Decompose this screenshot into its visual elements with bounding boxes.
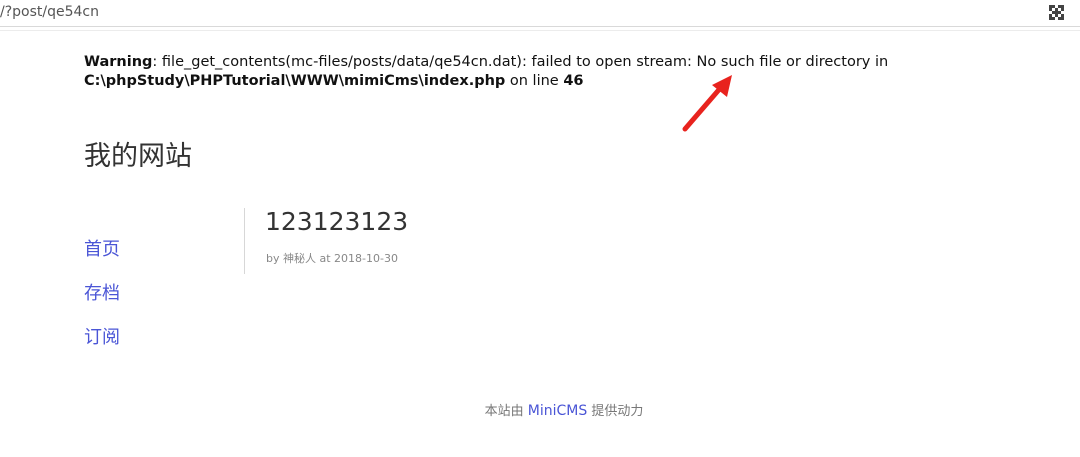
warning-path: C:\phpStudy\PHPTutorial\WWW\mimiCms\inde… [84,73,506,89]
post-meta: by 神秘人 at 2018-10-30 [266,252,398,265]
warning-label: Warning [84,54,153,70]
annotation-arrow-icon [682,75,732,132]
footer-suffix: 提供动力 [587,404,644,419]
sidebar-divider [244,208,245,274]
footer-prefix: 本站由 [484,404,528,419]
footer-minicms-link[interactable]: MiniCMS [528,403,587,419]
nav-item-subscribe[interactable]: 订阅 [84,326,120,370]
url-text[interactable]: /?post/qe54cn [0,4,99,20]
site-title[interactable]: 我的网站 [84,134,192,173]
nav-item-archive[interactable]: 存档 [84,282,120,326]
php-warning: Warning: file_get_contents(mc-files/post… [84,53,1024,91]
site-nav: 首页 存档 订阅 [84,238,120,370]
post-title[interactable]: 123123123 [265,207,408,236]
warning-line-number: 46 [563,73,584,89]
qr-code-icon[interactable] [1049,5,1064,20]
footer: 本站由 MiniCMS 提供动力 [0,400,1080,419]
warning-line-prefix: on line [505,73,564,89]
address-bar[interactable]: /?post/qe54cn [0,0,1080,31]
warning-message: : file_get_contents(mc-files/posts/data/… [152,54,889,70]
nav-item-home[interactable]: 首页 [84,238,120,282]
